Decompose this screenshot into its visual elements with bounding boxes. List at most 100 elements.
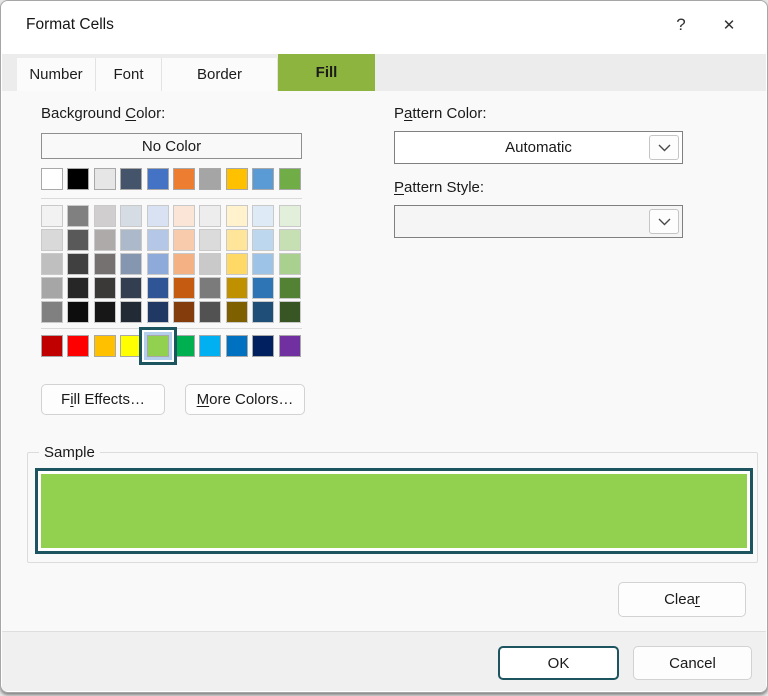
color-swatch[interactable] bbox=[172, 205, 195, 227]
color-swatch[interactable] bbox=[120, 229, 143, 251]
tab-fill[interactable]: Fill bbox=[278, 54, 375, 91]
color-swatch[interactable] bbox=[252, 229, 275, 251]
color-swatch[interactable] bbox=[199, 277, 222, 299]
color-swatch[interactable] bbox=[93, 253, 116, 275]
color-swatch[interactable] bbox=[67, 205, 90, 227]
color-swatch[interactable] bbox=[252, 168, 275, 190]
pattern-color-combobox[interactable]: Automatic bbox=[394, 131, 683, 164]
color-swatch[interactable] bbox=[41, 168, 63, 190]
color-swatch[interactable] bbox=[41, 335, 63, 357]
color-swatch[interactable] bbox=[41, 205, 63, 227]
ok-button[interactable]: OK bbox=[498, 646, 619, 680]
theme-color-grid bbox=[41, 168, 301, 190]
pattern-color-dropdown-button[interactable] bbox=[649, 135, 679, 160]
color-swatch[interactable] bbox=[172, 253, 195, 275]
color-swatch[interactable] bbox=[278, 335, 301, 357]
sample-fill bbox=[41, 474, 747, 548]
color-swatch[interactable] bbox=[93, 205, 116, 227]
format-cells-dialog: Format Cells ? ✕ Number Font Border Fill… bbox=[0, 0, 768, 693]
color-swatch[interactable] bbox=[146, 229, 169, 251]
color-swatch[interactable] bbox=[225, 253, 248, 275]
color-swatch[interactable] bbox=[67, 229, 90, 251]
no-color-button[interactable]: No Color bbox=[41, 133, 302, 159]
close-icon: ✕ bbox=[722, 17, 736, 34]
color-swatch[interactable] bbox=[172, 301, 195, 323]
color-swatch[interactable] bbox=[199, 335, 222, 357]
color-swatch[interactable] bbox=[67, 335, 90, 357]
color-swatch[interactable] bbox=[199, 168, 222, 190]
close-button[interactable]: ✕ bbox=[705, 6, 753, 44]
color-swatch[interactable] bbox=[225, 168, 248, 190]
color-swatch[interactable] bbox=[199, 205, 222, 227]
palette-separator-top bbox=[41, 198, 302, 199]
color-swatch[interactable] bbox=[41, 229, 63, 251]
color-swatch[interactable] bbox=[225, 335, 248, 357]
variant-color-grid bbox=[41, 205, 301, 323]
color-swatch[interactable] bbox=[278, 253, 301, 275]
clear-button[interactable]: Clea r bbox=[618, 582, 746, 617]
color-swatch[interactable] bbox=[120, 277, 143, 299]
color-swatch[interactable] bbox=[252, 253, 275, 275]
color-swatch[interactable] bbox=[93, 335, 116, 357]
color-swatch[interactable] bbox=[120, 168, 143, 190]
color-swatch[interactable] bbox=[41, 301, 63, 323]
tab-border[interactable]: Border bbox=[162, 58, 278, 91]
help-icon: ? bbox=[676, 15, 686, 34]
color-swatch[interactable] bbox=[67, 168, 90, 190]
tab-number[interactable]: Number bbox=[17, 58, 96, 91]
color-swatch[interactable] bbox=[146, 277, 169, 299]
pattern-color-value: Automatic bbox=[505, 139, 572, 156]
color-swatch[interactable] bbox=[67, 253, 90, 275]
color-swatch[interactable] bbox=[146, 253, 169, 275]
pattern-style-combobox[interactable] bbox=[394, 205, 683, 238]
pattern-color-label: Pattern Color: bbox=[394, 105, 487, 122]
help-button[interactable]: ? bbox=[657, 6, 705, 44]
color-swatch[interactable] bbox=[67, 277, 90, 299]
more-colors-button[interactable]: More Colors… bbox=[185, 384, 305, 415]
color-swatch[interactable] bbox=[93, 301, 116, 323]
color-swatch[interactable] bbox=[41, 277, 63, 299]
color-swatch[interactable] bbox=[93, 277, 116, 299]
color-swatch[interactable] bbox=[41, 253, 63, 275]
color-swatch[interactable] bbox=[252, 301, 275, 323]
color-swatch[interactable] bbox=[120, 205, 143, 227]
cancel-button[interactable]: Cancel bbox=[633, 646, 752, 680]
color-swatch[interactable] bbox=[225, 229, 248, 251]
color-swatch[interactable] bbox=[199, 229, 222, 251]
color-swatch[interactable] bbox=[120, 253, 143, 275]
color-swatch[interactable] bbox=[225, 205, 248, 227]
color-swatch[interactable] bbox=[146, 335, 169, 357]
color-swatch[interactable] bbox=[225, 277, 248, 299]
color-swatch[interactable] bbox=[146, 301, 169, 323]
color-swatch[interactable] bbox=[278, 205, 301, 227]
sample-preview bbox=[35, 468, 753, 554]
color-swatch[interactable] bbox=[172, 168, 195, 190]
color-swatch[interactable] bbox=[252, 205, 275, 227]
color-swatch[interactable] bbox=[278, 301, 301, 323]
color-swatch[interactable] bbox=[93, 168, 116, 190]
pattern-style-dropdown-button[interactable] bbox=[649, 209, 679, 234]
color-swatch[interactable] bbox=[120, 301, 143, 323]
fill-effects-button[interactable]: Fi ll Effects… bbox=[41, 384, 165, 415]
color-swatch[interactable] bbox=[199, 301, 222, 323]
color-swatch[interactable] bbox=[93, 229, 116, 251]
standard-color-grid bbox=[41, 335, 301, 357]
color-swatch[interactable] bbox=[146, 205, 169, 227]
color-swatch[interactable] bbox=[172, 335, 195, 357]
color-swatch[interactable] bbox=[278, 277, 301, 299]
color-swatch[interactable] bbox=[146, 168, 169, 190]
color-swatch[interactable] bbox=[120, 335, 143, 357]
color-swatch[interactable] bbox=[225, 301, 248, 323]
color-swatch[interactable] bbox=[199, 253, 222, 275]
color-swatch[interactable] bbox=[172, 229, 195, 251]
background-color-label: Background Color: bbox=[41, 105, 166, 122]
color-swatch[interactable] bbox=[278, 229, 301, 251]
pattern-style-label: Pattern Style: bbox=[394, 179, 485, 196]
color-swatch[interactable] bbox=[278, 168, 301, 190]
tab-font[interactable]: Font bbox=[96, 58, 162, 91]
chevron-down-icon bbox=[658, 144, 670, 151]
color-swatch[interactable] bbox=[252, 277, 275, 299]
color-swatch[interactable] bbox=[67, 301, 90, 323]
color-swatch[interactable] bbox=[252, 335, 275, 357]
color-swatch[interactable] bbox=[172, 277, 195, 299]
